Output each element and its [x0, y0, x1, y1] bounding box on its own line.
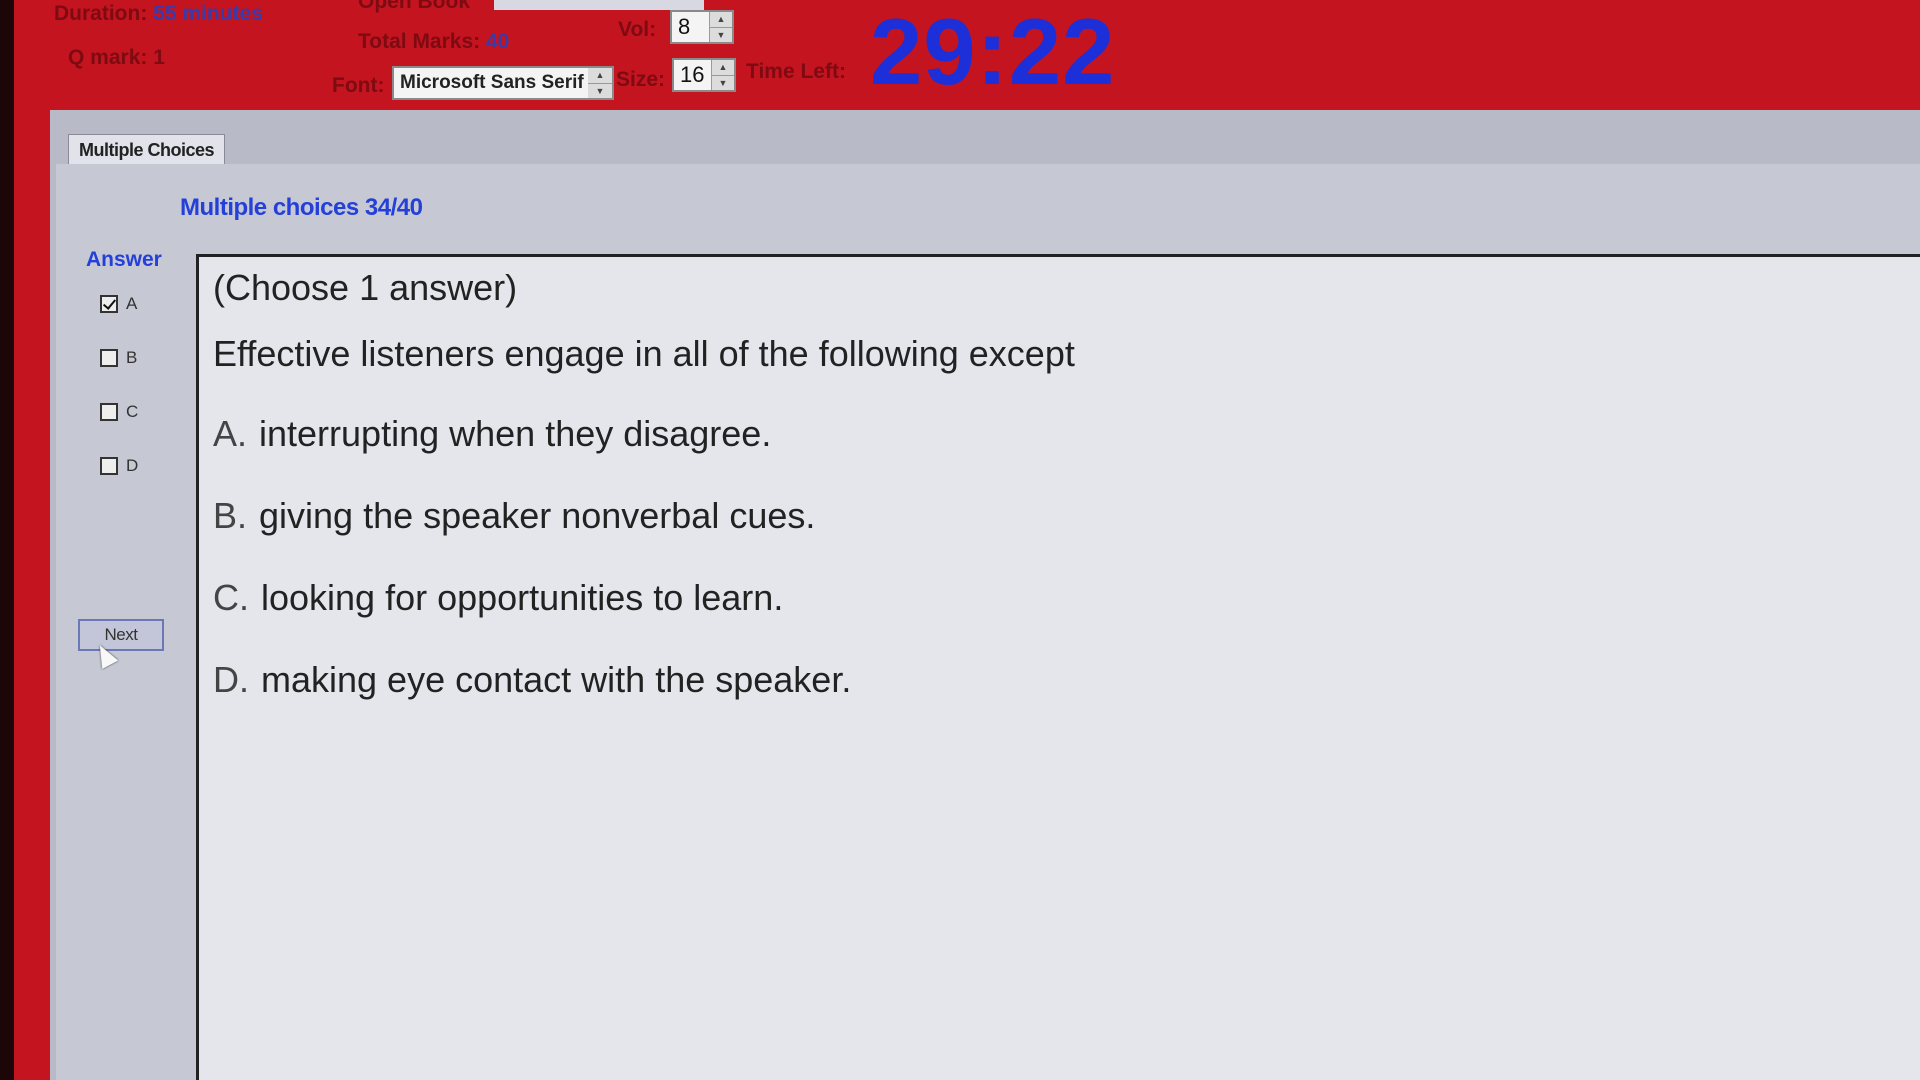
answer-choice-b[interactable]: B: [100, 348, 137, 368]
font-spin-arrows[interactable]: ▲ ▼: [588, 68, 612, 98]
tab-multiple-choices[interactable]: Multiple Choices: [68, 134, 226, 165]
question-stem: Effective listeners engage in all of the…: [213, 333, 1075, 374]
next-button[interactable]: Next: [78, 619, 164, 651]
question-area: (Choose 1 answer) Effective listeners en…: [196, 254, 1920, 1080]
size-label: Size:: [616, 68, 666, 91]
option-letter: D.: [213, 659, 249, 700]
option-d: D. making eye contact with the speaker.: [213, 659, 851, 701]
qmark-label: Q mark:: [68, 46, 148, 69]
open-book-label: Open Book: [358, 0, 471, 13]
spin-down-icon[interactable]: ▼: [588, 83, 612, 99]
countdown-timer: 29:22: [870, 0, 1116, 104]
total-marks-label: Total Marks:: [358, 30, 481, 53]
checkbox-checked-icon[interactable]: [100, 295, 118, 313]
answer-choice-c[interactable]: C: [100, 402, 138, 422]
option-text: giving the speaker nonverbal cues.: [259, 495, 816, 536]
option-c: C. looking for opportunities to learn.: [213, 577, 783, 619]
exam-window: Duration: 55 minutes Q mark: 1 Open Book…: [14, 0, 1920, 1080]
answer-choice-letter: C: [126, 402, 139, 421]
vol-stepper[interactable]: 8 ▲ ▼: [670, 10, 734, 44]
size-value: 16: [680, 62, 705, 87]
checkbox-icon[interactable]: [100, 349, 118, 367]
question-instruction: (Choose 1 answer): [213, 267, 518, 308]
spin-down-icon[interactable]: ▼: [712, 75, 734, 91]
tab-content: Multiple choices 34/40 Answer A B C D Ne…: [56, 164, 1920, 1080]
option-letter: C.: [213, 577, 249, 618]
vol-spin-arrows[interactable]: ▲ ▼: [709, 12, 732, 42]
qmark-info: Q mark: 1: [68, 46, 165, 70]
font-select[interactable]: Microsoft Sans Serif: [392, 66, 612, 100]
time-left-label: Time Left:: [746, 60, 846, 83]
option-text: looking for opportunities to learn.: [261, 577, 784, 618]
answer-choice-a[interactable]: A: [100, 294, 137, 314]
main-panel: Multiple Choices Multiple choices 34/40 …: [50, 110, 1920, 1080]
option-letter: B.: [213, 495, 248, 536]
vol-label: Vol:: [618, 18, 657, 41]
duration-value: 55 minutes: [153, 2, 263, 25]
spin-down-icon[interactable]: ▼: [710, 27, 732, 43]
section-title: Multiple choices 34/40: [180, 194, 423, 221]
total-marks-info: Total Marks: 40: [358, 30, 509, 54]
font-spin[interactable]: ▲ ▼: [588, 66, 614, 100]
qmark-value: 1: [153, 46, 165, 69]
answer-choice-d[interactable]: D: [100, 456, 138, 476]
answer-label: Answer: [86, 248, 162, 271]
font-select-value: Microsoft Sans Serif: [400, 72, 584, 93]
option-text: making eye contact with the speaker.: [261, 659, 852, 700]
font-label: Font:: [332, 74, 385, 97]
top-strip: [494, 0, 704, 10]
option-text: interrupting when they disagree.: [259, 413, 772, 454]
checkbox-icon[interactable]: [100, 403, 118, 421]
duration-info: Duration: 55 minutes: [54, 2, 263, 26]
answer-choice-letter: B: [126, 348, 138, 367]
duration-label: Duration:: [54, 2, 148, 25]
spin-up-icon[interactable]: ▲: [712, 60, 734, 75]
answer-choice-letter: D: [126, 456, 139, 475]
spin-up-icon[interactable]: ▲: [588, 68, 612, 83]
total-marks-value: 40: [485, 30, 510, 53]
spin-up-icon[interactable]: ▲: [710, 12, 732, 27]
option-b: B. giving the speaker nonverbal cues.: [213, 495, 815, 537]
answer-choice-letter: A: [126, 294, 138, 313]
size-stepper[interactable]: 16 ▲ ▼: [672, 58, 736, 92]
option-a: A. interrupting when they disagree.: [213, 413, 771, 455]
vol-value: 8: [678, 14, 691, 39]
size-spin-arrows[interactable]: ▲ ▼: [711, 60, 734, 90]
option-letter: A.: [213, 413, 248, 454]
checkbox-icon[interactable]: [100, 457, 118, 475]
